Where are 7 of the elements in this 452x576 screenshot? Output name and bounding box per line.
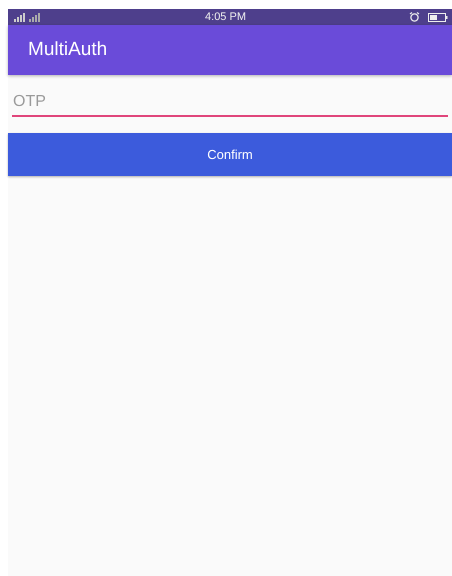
alarm-clock-icon [409, 12, 420, 22]
signal-icon [12, 12, 42, 22]
clock-time: 4:05 PM [205, 11, 246, 23]
app-title: MultiAuth [28, 39, 108, 61]
otp-input-field[interactable]: OTP [12, 91, 448, 117]
battery-icon [428, 12, 448, 22]
confirm-button[interactable]: Confirm [8, 133, 452, 176]
